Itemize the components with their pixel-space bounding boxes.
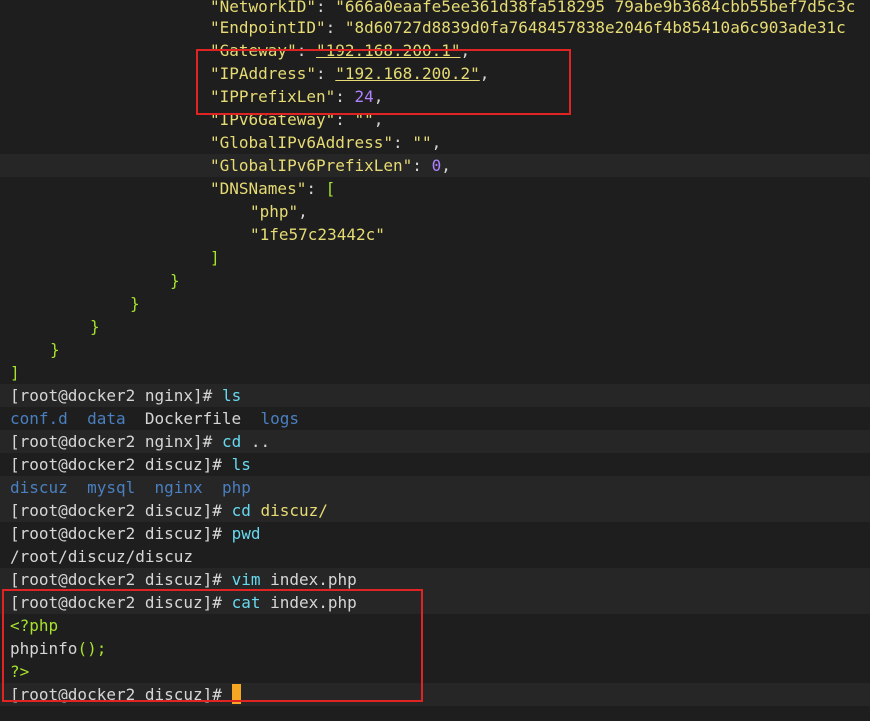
prompt: [root@docker2 discuz]# (10, 570, 222, 589)
prompt: [root@docker2 nginx]# (10, 386, 213, 405)
shell-line-cat: [root@docker2 discuz]# cat index.php (10, 593, 357, 612)
json-close-brace: } (90, 317, 100, 336)
command: ls (231, 455, 251, 474)
command: cd (221, 432, 242, 451)
php-output-line: phpinfo(); (10, 639, 107, 658)
json-line-dnsnames: "DNSNames": [ (210, 179, 336, 198)
json-line-ipv6gateway: "IPv6Gateway": "", (210, 110, 384, 129)
json-close-brace: } (50, 340, 60, 359)
json-dnsname-item: "1fe57c23442c" (250, 225, 385, 244)
json-line-globalipv6prefixlen: "GlobalIPv6PrefixLen": 0, (210, 156, 451, 175)
text-cursor (231, 684, 241, 704)
json-line-ipprefixlen: "IPPrefixLen": 24, (210, 87, 384, 106)
json-line-ipaddress: "IPAddress": "192.168.200.2", (210, 64, 490, 83)
terminal-window[interactable]: "NetworkID": "666a0eaafe5ee361d38fa51829… (0, 0, 870, 721)
command: cd (231, 501, 251, 520)
ls-output: conf.d data Dockerfile logs (10, 409, 299, 428)
command: pwd (231, 524, 261, 543)
shell-line-ls: [root@docker2 discuz]# ls (10, 453, 251, 476)
json-close-bracket: ] (210, 248, 220, 267)
prompt: [root@docker2 nginx]# (10, 432, 213, 451)
prompt: [root@docker2 discuz]# (10, 524, 222, 543)
json-close-brace: } (170, 271, 180, 290)
prompt: [root@docker2 discuz]# (10, 685, 222, 704)
shell-line-vim: [root@docker2 discuz]# vim index.php (10, 570, 357, 589)
json-dnsname-item: "php", (250, 202, 308, 221)
php-output-line: ?> (10, 662, 30, 681)
php-output-line: <?php (10, 616, 59, 635)
pwd-output: /root/discuz/discuz (10, 547, 194, 566)
json-line-globalipv6address: "GlobalIPv6Address": "", (210, 133, 442, 152)
shell-line-cd-discuz: [root@docker2 discuz]# cd discuz/ (10, 501, 328, 520)
prompt: [root@docker2 discuz]# (10, 501, 222, 520)
json-close-bracket: ] (10, 363, 20, 382)
shell-line-ls: [root@docker2 nginx]# ls (10, 384, 241, 407)
command: cat (231, 593, 261, 612)
shell-line-current[interactable]: [root@docker2 discuz]# (10, 683, 241, 706)
json-close-brace: } (130, 294, 140, 313)
prompt: [root@docker2 discuz]# (10, 593, 222, 612)
json-line-gateway: "Gateway": "192.168.200.1", (210, 41, 471, 60)
shell-line-pwd: [root@docker2 discuz]# pwd (10, 522, 260, 545)
ls-output: discuz mysql nginx php (10, 478, 251, 497)
shell-line-cd-up: [root@docker2 nginx]# cd .. (10, 432, 271, 451)
command: ls (221, 386, 242, 405)
command: vim (231, 570, 261, 589)
json-line-endpointid: "EndpointID": "8d60727d8839d0fa764845783… (210, 18, 846, 37)
prompt: [root@docker2 discuz]# (10, 455, 222, 474)
